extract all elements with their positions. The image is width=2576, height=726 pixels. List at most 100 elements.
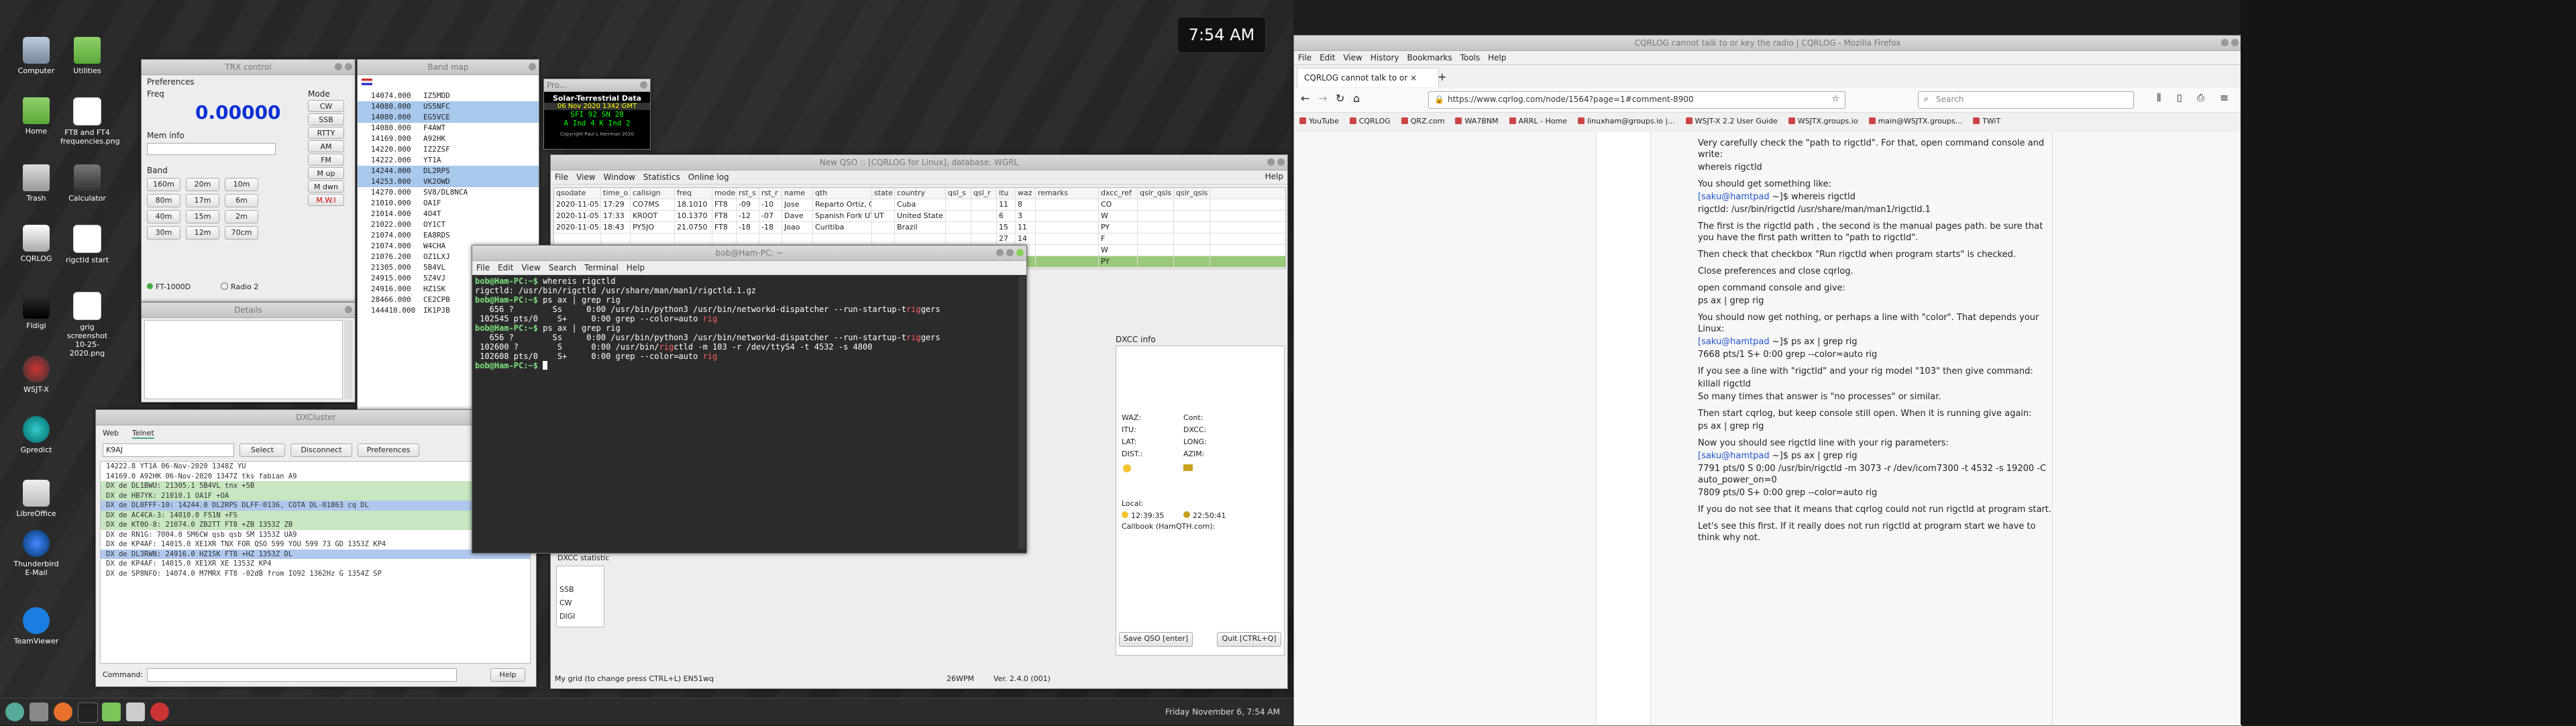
terminal-output[interactable]: bob@Ham-PC:~$ whereis rigctld rigctld: /u… xyxy=(475,276,1016,549)
mode-button-m-up[interactable]: M up xyxy=(308,167,344,179)
sidebar-icon[interactable]: ▯ xyxy=(2177,93,2182,103)
terminal-icon[interactable] xyxy=(78,703,98,723)
terminal-menu-file[interactable]: File xyxy=(476,261,490,274)
tab-cqrlog[interactable]: CQRLOG cannot talk to or × xyxy=(1297,68,1439,87)
desktop-icon-calculator[interactable]: Calculator xyxy=(60,164,114,203)
new-tab-button[interactable]: + xyxy=(1438,70,1446,83)
column-header-qslr_qsls[interactable]: qslr_qsls xyxy=(1138,188,1174,199)
bandmap-row[interactable]: 21074.000 EA8RDS xyxy=(358,230,539,241)
firefox-menu-edit[interactable]: Edit xyxy=(1320,51,1335,64)
column-header-freq[interactable]: freq xyxy=(675,188,712,199)
preferences-button[interactable]: Preferences xyxy=(358,444,419,457)
band-button-12m[interactable]: 12m xyxy=(186,226,219,240)
menu-file[interactable]: File xyxy=(555,170,568,184)
bookmark-item[interactable]: WSJTX.groups.io xyxy=(1788,117,1858,125)
bookmark-item[interactable]: WSJT-X 2.2 User Guide xyxy=(1685,117,1778,125)
bookmark-item[interactable]: ARRL - Home xyxy=(1509,117,1567,125)
close-icon[interactable] xyxy=(1016,249,1024,256)
table-row[interactable]: 2020-11-05 17:29 CO7MS 18.1010 FT8 -09 -10 Jose… xyxy=(554,199,1285,211)
desktop-icon-teamviewer[interactable]: TeamViewer xyxy=(9,607,63,645)
cluster-spot-row[interactable]: 14222.8 YT1A 06-Nov-2020 1348Z YU xyxy=(101,462,530,472)
bandmap-row[interactable]: 14253.000 VK2OWD xyxy=(358,176,539,187)
prompt-user-link[interactable]: [saku@hamtpad xyxy=(1698,451,1770,461)
column-header-mode[interactable]: mode xyxy=(712,188,737,199)
mode-button-ssb[interactable]: SSB xyxy=(308,113,344,125)
library-icon[interactable]: ⫼ xyxy=(2157,93,2161,103)
cluster-spot-row[interactable]: DX de RN1G: 7004.0 SM6CW qsb qsb SM 1353… xyxy=(101,530,530,540)
desktop-icon-libreoffice[interactable]: LibreOffice xyxy=(9,480,63,518)
band-button-80m[interactable]: 80m xyxy=(147,194,180,207)
command-input[interactable] xyxy=(147,668,457,682)
radio-two-select[interactable]: Radio 2 xyxy=(221,282,258,291)
mode-button-m-dwn[interactable]: M dwn xyxy=(308,180,344,193)
firefox-menu-view[interactable]: View xyxy=(1343,51,1362,64)
quit-button[interactable]: Quit [CTRL+Q] xyxy=(1217,632,1281,647)
band-button-30m[interactable]: 30m xyxy=(147,226,180,240)
firefox-titlebar[interactable]: CQRLOG cannot talk to or key the radio |… xyxy=(1294,36,2241,51)
band-button-2m[interactable]: 2m xyxy=(225,210,258,223)
column-header-state[interactable]: state xyxy=(872,188,895,199)
column-header-callsign[interactable]: callsign xyxy=(631,188,675,199)
bandmap-row[interactable]: 21022.000 OY1CT xyxy=(358,219,539,230)
terminal-menu-terminal[interactable]: Terminal xyxy=(584,261,619,274)
mode-button-rtty[interactable]: RTTY xyxy=(308,127,344,139)
cluster-spot-row[interactable]: DX de DL3RWN: 24916.0 HZ1SK FT8 +HZ 1353… xyxy=(101,549,530,559)
cluster-spot-row[interactable]: DX de KP4AF: 14015.0 XE1XR TNX FOR QSO 5… xyxy=(101,539,530,550)
column-header-country[interactable]: country xyxy=(895,188,946,199)
trx-preferences-menu[interactable]: Preferences xyxy=(147,77,195,87)
band-button-40m[interactable]: 40m xyxy=(147,210,180,223)
print-icon[interactable]: ⎙ xyxy=(2197,93,2204,103)
menu-statistics[interactable]: Statistics xyxy=(643,170,680,184)
desktop-icon-fldigi[interactable]: Fldigi xyxy=(9,292,63,330)
bandmap-row[interactable]: 14080.000 F4AWT xyxy=(358,123,539,134)
url-bar[interactable]: 🔒 https://www.cqrlog.com/node/1564?page=… xyxy=(1428,91,1845,109)
terminal-menu-edit[interactable]: Edit xyxy=(498,261,513,274)
firefox-menu-tools[interactable]: Tools xyxy=(1460,51,1481,64)
close-icon[interactable] xyxy=(2231,39,2239,46)
bandmap-row[interactable]: 14220.000 IZ2ZSF xyxy=(358,144,539,155)
band-button-15m[interactable]: 15m xyxy=(186,210,219,223)
tray-clock[interactable]: Friday November 6, 7:54 AM xyxy=(1165,698,1280,725)
home-icon[interactable]: ⌂ xyxy=(1353,92,1360,105)
column-header-itu[interactable]: itu xyxy=(997,188,1016,199)
table-row[interactable]: 27 14 F xyxy=(554,234,1285,245)
column-header-rst_r[interactable]: rst_r xyxy=(759,188,782,199)
bookmark-item[interactable]: WA7BNM xyxy=(1455,117,1499,125)
table-row[interactable]: 2020-11-05 17:33 KR0OT 10.1370 FT8 -12 -07 Dave… xyxy=(554,211,1285,222)
close-icon[interactable] xyxy=(640,81,647,89)
mode-button-am[interactable]: AM xyxy=(308,140,344,152)
close-icon[interactable] xyxy=(345,63,352,70)
forward-icon[interactable]: → xyxy=(1318,92,1327,105)
close-icon[interactable] xyxy=(1277,158,1285,166)
cluster-spot-row[interactable]: DX de KT0O-8: 21074.0 ZB2TT FT8 +ZB 1353… xyxy=(101,520,530,530)
minimize-icon[interactable] xyxy=(996,249,1004,256)
band-button-10m[interactable]: 10m xyxy=(225,178,258,191)
column-header-qsl_s[interactable]: qsl_s xyxy=(946,188,971,199)
desktop-icon-cqrlog[interactable]: CQRLOG xyxy=(9,225,63,263)
bookmark-item[interactable]: TWiT xyxy=(1973,117,2000,125)
desktop-icon-grig[interactable]: grig screenshot 10-25-2020.png xyxy=(60,292,114,358)
newqso-titlebar[interactable]: New QSO :: [CQRLOG for Linux], database:… xyxy=(551,155,1287,170)
column-header-qsl_r[interactable]: qsl_r xyxy=(971,188,997,199)
menu-icon[interactable] xyxy=(5,703,24,721)
bandmap-row[interactable]: 21014.000 4O4T xyxy=(358,209,539,219)
prompt-user-link[interactable]: [saku@hamtpad xyxy=(1698,192,1770,202)
prop-titlebar[interactable]: Pro... xyxy=(544,79,650,92)
radio-one-select[interactable]: FT-1000D xyxy=(147,282,191,291)
terminal-titlebar[interactable]: bob@Ham-PC: ~ xyxy=(472,246,1026,261)
band-button-20m[interactable]: 20m xyxy=(186,178,219,191)
minimize-icon[interactable] xyxy=(1267,158,1275,166)
cluster-spot-row[interactable]: DX de AC4CA-3: 14010.0 FS1N +FS xyxy=(101,510,530,520)
desktop-icon-home[interactable]: Home xyxy=(9,97,63,136)
mode-button-m-w-i[interactable]: M.W.I xyxy=(308,194,344,206)
close-icon[interactable] xyxy=(345,306,352,313)
bandmap-row[interactable]: 21010.000 OA1F xyxy=(358,198,539,209)
mode-button-fm[interactable]: FM xyxy=(308,154,344,166)
desktop-icon-gpredict[interactable]: Gpredict xyxy=(9,416,63,454)
bookmark-star-icon[interactable]: ☆ xyxy=(1831,94,1839,104)
band-button-70cm[interactable]: 70cm xyxy=(225,226,258,240)
column-header-time_o[interactable]: time_o xyxy=(601,188,631,199)
band-button-6m[interactable]: 6m xyxy=(225,194,258,207)
band-button-160m[interactable]: 160m xyxy=(147,178,180,191)
table-row[interactable]: 2020-11-05 18:43 PY5JO 21.0750 FT8 -18 -18 Joao… xyxy=(554,222,1285,234)
